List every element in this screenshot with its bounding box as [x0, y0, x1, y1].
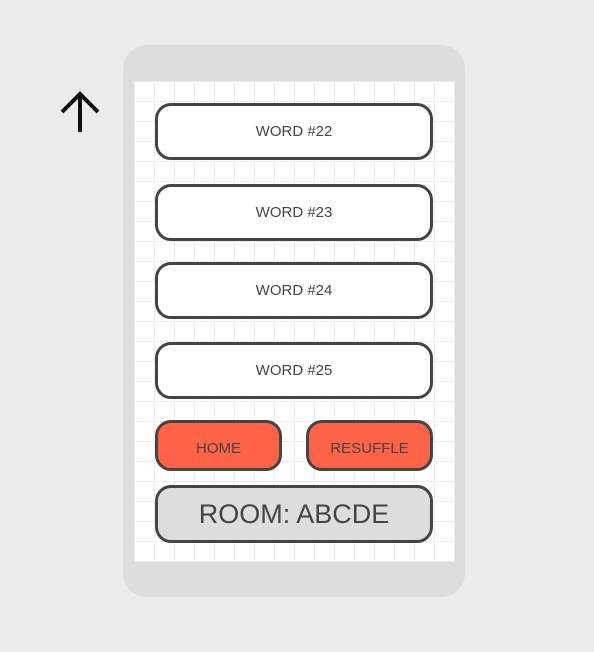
word-button-24[interactable]: WORD #24: [155, 262, 433, 319]
word-button-22[interactable]: WORD #22: [155, 103, 433, 160]
room-code-display: ROOM: ABCDE: [155, 485, 433, 543]
app-page: WORD #22 WORD #23 WORD #24 WORD #25 HOME…: [0, 0, 594, 652]
arrow-up-icon[interactable]: [58, 90, 102, 134]
reshuffle-button[interactable]: RESUFFLE: [306, 420, 433, 471]
home-button[interactable]: HOME: [155, 420, 282, 471]
word-button-25[interactable]: WORD #25: [155, 342, 433, 399]
word-button-23[interactable]: WORD #23: [155, 184, 433, 241]
